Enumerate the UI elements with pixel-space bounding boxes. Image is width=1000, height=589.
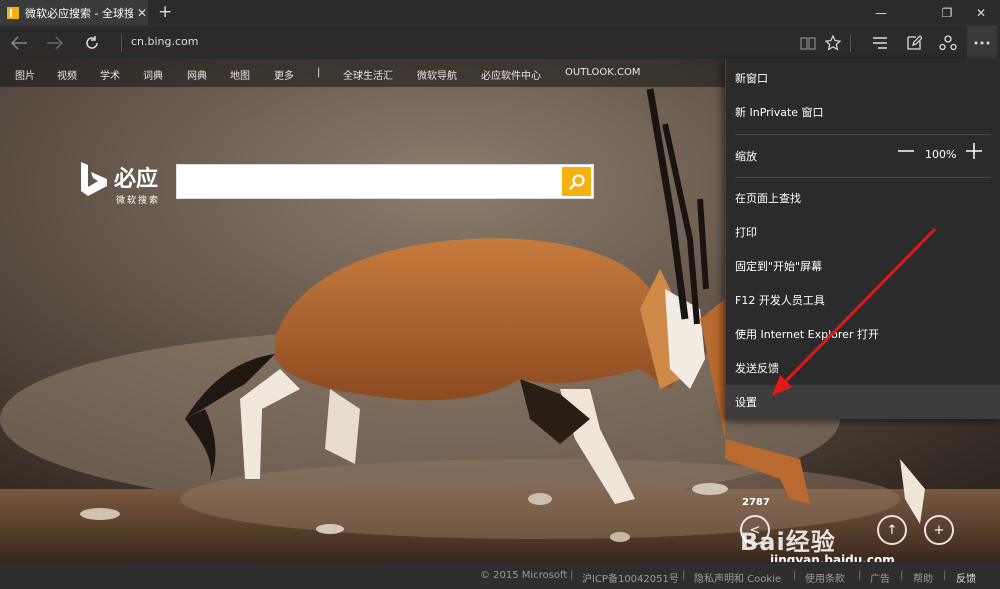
- link-dictionary[interactable]: 词典: [143, 67, 163, 82]
- footer-privacy-link[interactable]: 隐私声明和 Cookie: [694, 570, 781, 585]
- footer-divider: |: [570, 570, 574, 581]
- address-bar: cn.bing.com: [0, 25, 1000, 60]
- restore-button[interactable]: ❐: [930, 0, 964, 25]
- page-footer: © 2015 Microsoft | 沪ICP备10042051号 | 隐私声明…: [0, 562, 1000, 589]
- logo-tagline: 微软搜索: [116, 196, 161, 206]
- more-dots-icon: [974, 41, 990, 45]
- like-circle-button[interactable]: ↑: [877, 515, 907, 545]
- link-webdict[interactable]: 网典: [187, 67, 207, 82]
- footer-divider: |: [943, 570, 947, 581]
- menu-new-inprivate[interactable]: 新 InPrivate 窗口: [726, 95, 1000, 129]
- menu-divider: [735, 177, 991, 178]
- favorite-button[interactable]: [819, 26, 847, 60]
- share-icon: [939, 35, 957, 51]
- divider: [850, 34, 851, 52]
- star-icon: [825, 35, 841, 51]
- footer-divider: |: [858, 570, 862, 581]
- link-videos[interactable]: 视频: [57, 67, 77, 82]
- footer-divider: |: [682, 570, 686, 581]
- refresh-icon: [86, 36, 98, 49]
- new-tab-button[interactable]: +: [158, 2, 172, 22]
- link-global-life[interactable]: 全球生活汇: [343, 67, 393, 82]
- reading-view-button[interactable]: [794, 26, 822, 60]
- link-academic[interactable]: 学术: [100, 67, 120, 82]
- link-more[interactable]: 更多: [274, 67, 294, 82]
- title-bar: 微软必应搜索 - 全球搜索 ✕ + — ❐ ✕: [0, 0, 1000, 25]
- tab-close-icon[interactable]: ✕: [137, 6, 147, 20]
- link-images[interactable]: 图片: [15, 67, 35, 82]
- menu-new-window[interactable]: 新窗口: [726, 61, 1000, 95]
- forward-arrow-icon: [47, 36, 64, 50]
- footer-icp[interactable]: 沪ICP备10042051号: [582, 570, 679, 585]
- back-button[interactable]: [4, 26, 34, 60]
- hub-icon: [873, 37, 887, 49]
- plus-icon: +: [933, 522, 945, 538]
- link-maps[interactable]: 地图: [230, 67, 250, 82]
- link-ms-navigation[interactable]: 微软导航: [417, 67, 457, 82]
- baidu-watermark: Bai经验: [740, 528, 836, 556]
- footer-copyright: © 2015 Microsoft: [480, 570, 568, 581]
- search-input[interactable]: [176, 164, 594, 199]
- search-button[interactable]: [562, 167, 591, 196]
- share-count: 2787: [742, 497, 770, 508]
- bing-b-icon: [81, 162, 107, 196]
- annotation-arrow-icon: [772, 227, 937, 396]
- zoom-label: 缩放: [735, 150, 757, 163]
- footer-terms-link[interactable]: 使用条款: [805, 570, 845, 585]
- forward-button[interactable]: [40, 26, 70, 60]
- footer-feedback-link[interactable]: 反馈: [956, 570, 976, 585]
- logo-brand-text: 必应: [114, 167, 159, 192]
- add-circle-button[interactable]: +: [924, 515, 954, 545]
- back-arrow-icon: [10, 36, 27, 50]
- bing-favicon-icon: [7, 6, 19, 19]
- zoom-out-button[interactable]: [898, 143, 914, 159]
- close-window-button[interactable]: ✕: [964, 0, 998, 25]
- pen-note-icon: [907, 35, 922, 50]
- zoom-value: 100%: [925, 148, 957, 161]
- links-divider: |: [317, 67, 321, 78]
- minus-icon: [898, 150, 914, 152]
- footer-help-link[interactable]: 帮助: [913, 570, 933, 585]
- menu-find-on-page[interactable]: 在页面上查找: [726, 181, 1000, 215]
- footer-divider: |: [793, 570, 797, 581]
- zoom-in-button[interactable]: [966, 143, 982, 159]
- browser-tab[interactable]: 微软必应搜索 - 全球搜索 ✕: [0, 0, 148, 25]
- refresh-button[interactable]: [77, 26, 107, 60]
- url-field[interactable]: cn.bing.com: [131, 35, 199, 48]
- search-icon: [568, 173, 585, 190]
- footer-ads-link[interactable]: 广告: [870, 570, 890, 585]
- menu-divider: [735, 134, 991, 135]
- link-outlook[interactable]: OUTLOOK.COM: [565, 67, 640, 78]
- book-icon: [800, 37, 816, 50]
- web-note-button[interactable]: [900, 26, 928, 60]
- tab-title: 微软必应搜索 - 全球搜索: [25, 6, 133, 20]
- share-button[interactable]: [934, 26, 962, 60]
- link-software-center[interactable]: 必应软件中心: [481, 67, 541, 82]
- plus-icon: [966, 143, 982, 159]
- divider: [121, 34, 122, 52]
- footer-divider: |: [900, 570, 904, 581]
- minimize-button[interactable]: —: [864, 0, 898, 25]
- menu-zoom: 缩放: [726, 139, 1000, 173]
- more-actions-button[interactable]: [967, 26, 997, 60]
- hub-button[interactable]: [866, 26, 894, 60]
- like-icon: ↑: [886, 522, 898, 538]
